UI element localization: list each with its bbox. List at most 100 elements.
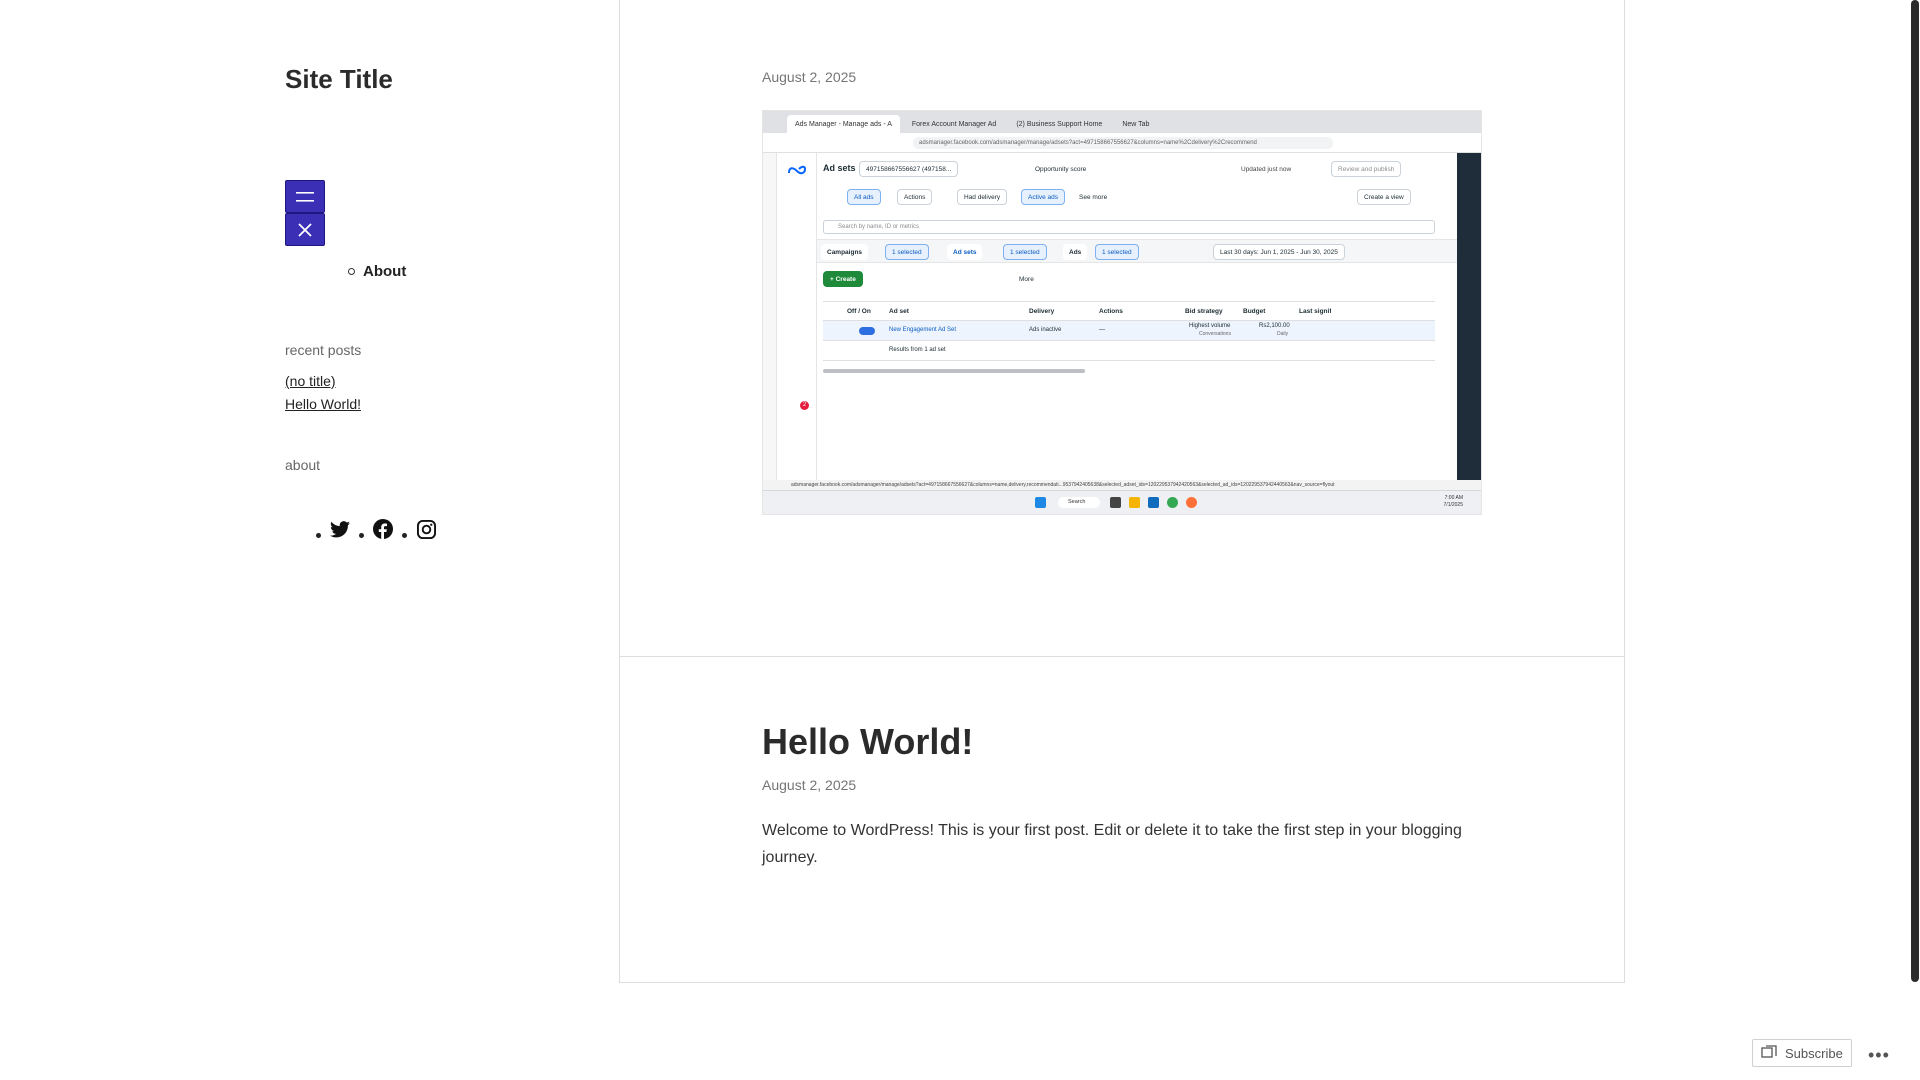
selected-badge: 1 selected — [1095, 244, 1139, 260]
selected-badge: 1 selected — [885, 244, 929, 260]
left-rail — [763, 153, 777, 490]
right-tool-rail — [1457, 153, 1481, 490]
filter-actions: Actions — [897, 189, 933, 205]
taskbar-clock: 7:00 AM 7/1/2025 — [1444, 495, 1463, 509]
more-button: More — [1013, 271, 1040, 287]
url-text: adsmanager.facebook.com/adsmanager/manag… — [913, 137, 1333, 149]
post-date[interactable]: August 2, 2025 — [762, 777, 856, 793]
browser-tab: (2) Business Support Home — [1016, 120, 1103, 128]
level-tabs: Campaigns 1 selected Ad sets 1 selected … — [817, 239, 1457, 263]
close-icon — [298, 222, 312, 237]
opportunity-score: Opportunity score — [1029, 161, 1093, 177]
filter-had-delivery: Had delivery — [957, 189, 1008, 205]
level-tab-campaigns: Campaigns — [821, 244, 869, 260]
post-divider — [620, 656, 1624, 657]
menu-open-button[interactable] — [285, 180, 325, 213]
post-date[interactable]: August 2, 2025 — [762, 69, 856, 85]
browser-tabs: Ads Manager - Manage ads - A Forex Accou… — [763, 111, 1481, 133]
results-text: Results from 1 ad set — [889, 347, 946, 353]
actions-value: — — [1099, 327, 1105, 333]
list-bullet — [402, 533, 407, 538]
table-header: Off / On Ad set Delivery Actions Bid str… — [823, 301, 1435, 321]
taskbar: Search 7:00 AM 7/1/2025 — [763, 490, 1481, 514]
page-scrollbar[interactable] — [1911, 0, 1919, 982]
meta-logo-icon — [788, 165, 807, 175]
app-icon — [1110, 497, 1121, 508]
ads-nav-rail: 2 — [777, 153, 817, 490]
account-selector: 497158667556627 (497158... — [859, 161, 959, 177]
selected-badge: 1 selected — [1003, 244, 1047, 260]
social-links — [308, 518, 437, 540]
create-view-button: Create a view — [1357, 189, 1411, 205]
clock-time: 7:00 AM — [1444, 495, 1463, 501]
windows-icon — [1035, 497, 1046, 508]
primary-nav: About — [348, 263, 406, 280]
table-row: New Engagement Ad Set Ads inactive — Hig… — [823, 321, 1435, 341]
subscribe-button[interactable]: Subscribe — [1752, 1039, 1852, 1067]
budget-sub: Daily — [1277, 331, 1289, 337]
post-content: Welcome to WordPress! This is your first… — [762, 822, 1462, 866]
filter-active-ads: Active ads — [1021, 189, 1065, 205]
list-item: Hello World! — [285, 393, 361, 416]
review-publish-button: Review and publish — [1331, 161, 1402, 177]
post-image[interactable]: Ads Manager - Manage ads - A Forex Accou… — [762, 110, 1482, 515]
column-header: Budget — [1243, 308, 1266, 315]
updated-status: Updated just now — [1235, 161, 1298, 177]
content-area: August 2, 2025 Ads Manager - Manage ads … — [619, 0, 1625, 983]
store-icon — [1148, 497, 1159, 508]
level-tab-adsets: Ad sets — [947, 244, 983, 260]
recent-post-link[interactable]: (no title) — [285, 373, 336, 389]
ads-search-input: Search by name, ID or metrics — [823, 220, 1435, 234]
clock-date: 7/1/2025 — [1443, 502, 1463, 508]
about-title: about — [285, 457, 321, 473]
table-scrollbar — [823, 369, 1085, 373]
more-options-button[interactable]: ••• — [1868, 1045, 1890, 1066]
column-header: Actions — [1099, 308, 1123, 315]
instagram-icon[interactable] — [415, 518, 437, 540]
bid-strategy: Highest volume — [1189, 323, 1231, 329]
toggle-switch — [859, 327, 875, 335]
status-url: adsmanager.facebook.com/adsmanager/manag… — [763, 480, 1481, 490]
firefox-icon — [1186, 497, 1197, 508]
recent-posts-list: (no title) Hello World! — [285, 370, 361, 416]
adset-name: New Engagement Ad Set — [889, 327, 957, 333]
address-bar: adsmanager.facebook.com/adsmanager/manag… — [763, 133, 1481, 153]
budget-value: Rs2,100.00 — [1259, 323, 1290, 329]
subscribe-label: Subscribe — [1785, 1045, 1843, 1061]
browser-tab: Ads Manager - Manage ads - A — [787, 115, 900, 133]
nav-item-about[interactable]: About — [348, 263, 406, 280]
twitter-icon[interactable] — [329, 518, 351, 540]
ads-manager-panel: Ad sets 497158667556627 (497158... Oppor… — [817, 153, 1457, 490]
facebook-icon[interactable] — [372, 518, 394, 540]
taskbar-search: Search — [1058, 497, 1100, 508]
column-header: Delivery — [1029, 308, 1055, 315]
browser-tab: Forex Account Manager Ad — [911, 120, 997, 128]
chrome-icon — [1167, 497, 1178, 508]
list-bullet — [359, 533, 364, 538]
recent-post-link[interactable]: Hello World! — [285, 396, 361, 412]
column-header: Off / On — [847, 308, 871, 315]
panel-title: Ad sets — [823, 163, 856, 173]
column-header: Ad set — [889, 308, 909, 315]
level-tab-ads: Ads — [1063, 244, 1088, 260]
delivery-status: Ads inactive — [1029, 327, 1062, 333]
column-header: Last significant edit — [1299, 308, 1331, 315]
column-header: Bid strategy — [1185, 308, 1223, 315]
bid-strategy-sub: Conversations — [1199, 331, 1231, 337]
results-row: Results from 1 ad set — [823, 341, 1435, 361]
notification-badge: 2 — [800, 401, 809, 410]
post-title[interactable]: Hello World! — [762, 721, 973, 763]
date-range-picker: Last 30 days: Jun 1, 2025 - Jun 30, 2025 — [1213, 244, 1345, 260]
filter-all-ads: All ads — [847, 189, 881, 205]
recent-posts-title: recent posts — [285, 342, 362, 358]
list-item: (no title) — [285, 370, 361, 393]
folder-icon — [1129, 497, 1140, 508]
reader-icon — [1761, 1045, 1777, 1058]
nav-item-label[interactable]: About — [363, 263, 406, 280]
hamburger-icon — [296, 191, 314, 202]
list-bullet — [316, 533, 321, 538]
browser-tab: New Tab — [1122, 120, 1150, 128]
filter-see-more: See more — [1073, 189, 1114, 205]
menu-close-button[interactable] — [285, 213, 325, 246]
site-title[interactable]: Site Title — [285, 64, 393, 95]
